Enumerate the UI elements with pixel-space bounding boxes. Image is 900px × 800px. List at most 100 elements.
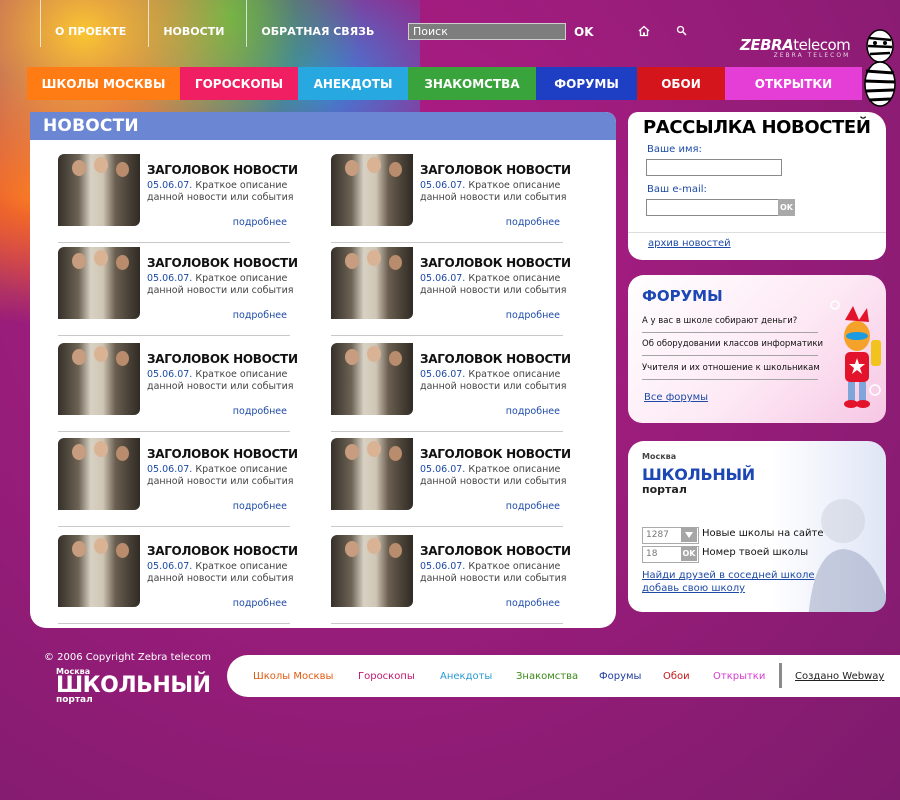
news-photo[interactable] <box>58 247 140 319</box>
news-headline[interactable]: ЗАГОЛОВОК НОВОСТИ <box>147 544 298 558</box>
news-description: 05.06.07. Краткое описание данной новост… <box>420 369 570 393</box>
school-portal-box: Москва ШКОЛЬНЫЙ портал 1287 Новые школы … <box>628 441 886 612</box>
news-photo[interactable] <box>58 154 140 226</box>
news-item: ЗАГОЛОВОК НОВОСТИ 05.06.07. Краткое описа… <box>331 343 571 432</box>
forum-topic[interactable]: Об оборудовании классов информатики <box>642 339 823 356</box>
news-description: 05.06.07. Краткое описание данной новост… <box>420 464 570 488</box>
footer-link[interactable]: Обои <box>663 671 690 682</box>
news-photo[interactable] <box>331 343 413 415</box>
school-number-ok-button[interactable]: OK <box>681 546 697 561</box>
zebra-telecom-logo[interactable]: ZEBRAtelecom ZEBRA TELECOM <box>740 36 851 59</box>
news-date: 05.06.07. <box>420 273 466 284</box>
main-nav: ШКОЛЫ МОСКВЫ ГОРОСКОПЫ АНЕКДОТЫ ЗНАКОМСТВА Ф… <box>27 67 862 100</box>
news-description: 05.06.07. Краткое описание данной новост… <box>147 369 297 393</box>
news-headline[interactable]: ЗАГОЛОВОК НОВОСТИ <box>420 544 571 558</box>
news-description: 05.06.07. Краткое описание данной новост… <box>420 561 570 585</box>
subscribe-button[interactable]: OK <box>778 199 795 216</box>
footer-link[interactable]: Форумы <box>599 671 641 682</box>
news-item: ЗАГОЛОВОК НОВОСТИ 05.06.07. Краткое описа… <box>331 154 571 243</box>
forum-topic[interactable]: А у вас в школе собирают деньги? <box>642 316 818 333</box>
school-number-label: Номер твоей школы <box>702 547 809 558</box>
read-more-link[interactable]: подробнее <box>506 406 560 417</box>
news-item: ЗАГОЛОВОК НОВОСТИ 05.06.07. Краткое описа… <box>58 438 298 527</box>
news-archive-link[interactable]: архив новостей <box>648 238 731 249</box>
forum-mascot-icon <box>830 300 881 408</box>
home-icon[interactable] <box>638 25 650 40</box>
read-more-link[interactable]: подробнее <box>506 217 560 228</box>
news-item: ЗАГОЛОВОК НОВОСТИ 05.06.07. Краткое описа… <box>58 247 298 336</box>
news-date: 05.06.07. <box>147 273 193 284</box>
footer-link[interactable]: Открытки <box>713 671 765 682</box>
news-photo[interactable] <box>331 247 413 319</box>
divider <box>779 663 782 688</box>
all-forums-link[interactable]: Все форумы <box>644 392 708 403</box>
name-field[interactable] <box>646 159 782 176</box>
news-photo[interactable] <box>58 343 140 415</box>
email-field[interactable] <box>646 199 782 216</box>
top-links: О ПРОЕКТЕ НОВОСТИ ОБРАТНАЯ СВЯЗЬ <box>40 0 396 47</box>
read-more-link[interactable]: подробнее <box>506 598 560 609</box>
top-link-about[interactable]: О ПРОЕКТЕ <box>40 0 140 47</box>
news-photo[interactable] <box>331 535 413 607</box>
forum-topic[interactable]: Учителя и их отношение к школьникам <box>642 363 820 380</box>
read-more-link[interactable]: подробнее <box>233 501 287 512</box>
news-title: НОВОСТИ <box>30 112 616 140</box>
add-school-link[interactable]: добавь свою школу <box>642 583 745 594</box>
nav-item[interactable]: ОБОИ <box>637 67 725 100</box>
news-item: ЗАГОЛОВОК НОВОСТИ 05.06.07. Краткое описа… <box>58 343 298 432</box>
news-photo[interactable] <box>331 438 413 510</box>
news-headline[interactable]: ЗАГОЛОВОК НОВОСТИ <box>420 163 571 177</box>
chevron-down-icon <box>685 531 693 538</box>
nav-item[interactable]: ГОРОСКОПЫ <box>180 67 298 100</box>
read-more-link[interactable]: подробнее <box>506 310 560 321</box>
read-more-link[interactable]: подробнее <box>233 217 287 228</box>
news-photo[interactable] <box>58 535 140 607</box>
read-more-link[interactable]: подробнее <box>233 310 287 321</box>
news-photo[interactable] <box>331 154 413 226</box>
news-item: ЗАГОЛОВОК НОВОСТИ 05.06.07. Краткое описа… <box>58 535 298 624</box>
footer-link[interactable]: Анекдоты <box>440 671 492 682</box>
news-headline[interactable]: ЗАГОЛОВОК НОВОСТИ <box>147 163 298 177</box>
dropdown-button[interactable] <box>681 527 697 542</box>
nav-item[interactable]: ЗНАКОМСТВА <box>408 67 536 100</box>
new-schools-label: Новые школы на сайте <box>702 528 824 539</box>
read-more-link[interactable]: подробнее <box>233 406 287 417</box>
nav-item[interactable]: ШКОЛЫ МОСКВЫ <box>27 67 180 100</box>
nav-item[interactable]: ФОРУМЫ <box>536 67 637 100</box>
news-date: 05.06.07. <box>147 180 193 191</box>
find-friends-link[interactable]: Найди друзей в соседней школе <box>642 570 815 581</box>
footer-link[interactable]: Школы Москвы <box>253 671 333 682</box>
news-headline[interactable]: ЗАГОЛОВОК НОВОСТИ <box>420 352 571 366</box>
news-headline[interactable]: ЗАГОЛОВОК НОВОСТИ <box>147 352 298 366</box>
top-link-feedback[interactable]: ОБРАТНАЯ СВЯЗЬ <box>246 0 388 47</box>
newsletter-box: РАССЫЛКА НОВОСТЕЙ Ваше имя: Ваш e-mail: … <box>628 112 886 260</box>
search-input[interactable] <box>408 23 566 40</box>
search-button[interactable]: OK <box>574 25 594 39</box>
news-date: 05.06.07. <box>420 561 466 572</box>
news-description: 05.06.07. Краткое описание данной новост… <box>147 273 297 297</box>
news-item: ЗАГОЛОВОК НОВОСТИ 05.06.07. Краткое описа… <box>58 154 298 243</box>
news-headline[interactable]: ЗАГОЛОВОК НОВОСТИ <box>147 256 298 270</box>
footer-link[interactable]: Гороскопы <box>358 671 415 682</box>
read-more-link[interactable]: подробнее <box>233 598 287 609</box>
nav-item[interactable]: ОТКРЫТКИ <box>725 67 862 100</box>
news-date: 05.06.07. <box>420 369 466 380</box>
read-more-link[interactable]: подробнее <box>506 501 560 512</box>
news-date: 05.06.07. <box>147 369 193 380</box>
footer-link[interactable]: Знакомства <box>516 671 578 682</box>
copyright: © 2006 Copyright Zebra telecom <box>44 652 211 663</box>
news-headline[interactable]: ЗАГОЛОВОК НОВОСТИ <box>420 256 571 270</box>
search-icon[interactable] <box>676 25 687 39</box>
news-headline[interactable]: ЗАГОЛОВОК НОВОСТИ <box>147 447 298 461</box>
portal-name: ШКОЛЬНЫЙ <box>642 465 755 484</box>
top-link-news[interactable]: НОВОСТИ <box>148 0 238 47</box>
footer-logo[interactable]: Москва ШКОЛЬНЫЙ портал <box>56 667 211 705</box>
news-description: 05.06.07. Краткое описание данной новост… <box>420 180 570 204</box>
news-photo[interactable] <box>58 438 140 510</box>
news-headline[interactable]: ЗАГОЛОВОК НОВОСТИ <box>420 447 571 461</box>
news-date: 05.06.07. <box>147 561 193 572</box>
news-date: 05.06.07. <box>147 464 193 475</box>
credit-link[interactable]: Создано Webway <box>795 671 884 682</box>
nav-item[interactable]: АНЕКДОТЫ <box>298 67 408 100</box>
news-date: 05.06.07. <box>420 180 466 191</box>
